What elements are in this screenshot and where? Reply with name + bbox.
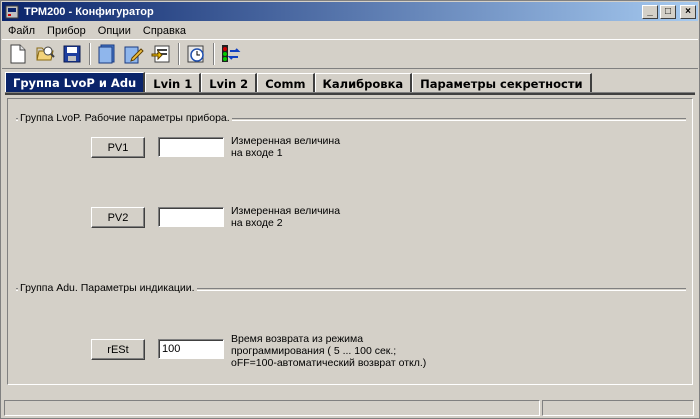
pv1-field[interactable] bbox=[158, 137, 224, 157]
tab-panel: Группа LvoP. Рабочие параметры прибора. … bbox=[7, 98, 693, 385]
group-lvop-title: Группа LvoP. Рабочие параметры прибора. bbox=[18, 112, 232, 124]
menu-bar: Файл Прибор Опции Справка bbox=[2, 22, 698, 39]
open-folder-icon[interactable] bbox=[33, 42, 57, 66]
write-device-icon[interactable] bbox=[122, 42, 146, 66]
pv2-description: Измеренная величина на входе 2 bbox=[231, 205, 341, 229]
toolbar-separator bbox=[89, 43, 91, 65]
pv1-button[interactable]: PV1 bbox=[91, 137, 145, 158]
new-file-icon[interactable] bbox=[6, 42, 30, 66]
traffic-light-icon[interactable] bbox=[219, 42, 243, 66]
group-lvop: Группа LvoP. Рабочие параметры прибора. … bbox=[16, 112, 686, 286]
tab-comm[interactable]: Comm bbox=[257, 73, 315, 93]
toolbar-separator bbox=[213, 43, 215, 65]
tab-lvin-1[interactable]: Lvin 1 bbox=[145, 73, 202, 93]
menu-help[interactable]: Справка bbox=[143, 25, 186, 37]
group-adu-title: Группа Adu. Параметры индикации. bbox=[18, 282, 197, 294]
export-icon[interactable] bbox=[149, 42, 173, 66]
toolbar-separator bbox=[178, 43, 180, 65]
tab-calibration[interactable]: Калибровка bbox=[314, 73, 413, 93]
maximize-button[interactable]: □ bbox=[660, 4, 676, 19]
pv1-description: Измеренная величина на входе 1 bbox=[231, 135, 341, 159]
rest-field[interactable] bbox=[158, 339, 224, 359]
tab-bar: Группа LvoP и Adu Lvin 1 Lvin 2 Comm Кал… bbox=[5, 71, 592, 93]
clock-icon[interactable] bbox=[184, 42, 208, 66]
menu-file[interactable]: Файл bbox=[8, 25, 35, 37]
status-cell-secondary bbox=[542, 400, 694, 416]
pv2-field[interactable] bbox=[158, 207, 224, 227]
menu-device[interactable]: Прибор bbox=[47, 25, 86, 37]
tab-lvop-adu[interactable]: Группа LvoP и Adu bbox=[5, 72, 146, 93]
group-adu: Группа Adu. Параметры индикации. rESt Вр… bbox=[16, 282, 686, 383]
app-window: ТРМ200 - Конфигуратор _ □ × Файл Прибор … bbox=[0, 0, 700, 419]
menu-options[interactable]: Опции bbox=[98, 25, 131, 37]
rest-button[interactable]: rESt bbox=[91, 339, 145, 360]
window-title: ТРМ200 - Конфигуратор bbox=[24, 5, 154, 18]
toolbar bbox=[2, 39, 698, 69]
tab-lvin-2[interactable]: Lvin 2 bbox=[201, 73, 258, 93]
read-device-icon[interactable] bbox=[95, 42, 119, 66]
save-icon[interactable] bbox=[60, 42, 84, 66]
title-bar[interactable]: ТРМ200 - Конфигуратор _ □ × bbox=[2, 2, 698, 21]
tab-security[interactable]: Параметры секретности bbox=[412, 73, 592, 93]
status-bar bbox=[2, 398, 698, 418]
pv2-button[interactable]: PV2 bbox=[91, 207, 145, 228]
app-icon bbox=[4, 4, 20, 20]
rest-description: Время возврата из режима программировани… bbox=[231, 333, 427, 369]
minimize-button[interactable]: _ bbox=[642, 4, 658, 19]
status-cell-main bbox=[4, 400, 540, 416]
tab-divider-shadow bbox=[5, 93, 695, 95]
close-button[interactable]: × bbox=[680, 4, 696, 19]
